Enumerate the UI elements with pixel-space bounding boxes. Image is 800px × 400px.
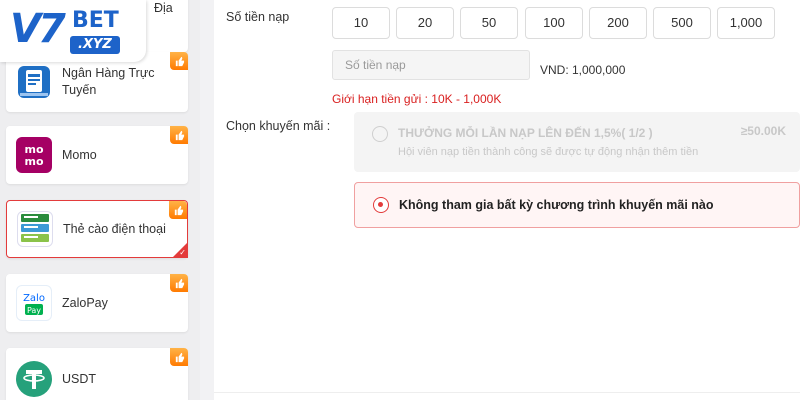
- amount-option-20[interactable]: 20: [396, 7, 454, 39]
- sidebar-item-momo[interactable]: mo mo Momo: [6, 126, 188, 184]
- amount-option-100[interactable]: 100: [525, 7, 583, 39]
- amount-option-500[interactable]: 500: [653, 7, 711, 39]
- promotion-title: THƯỞNG MỖI LẦN NẠP LÊN ĐẾN 1,5%( 1/2 ): [398, 126, 653, 140]
- promotion-option-deposit-bonus[interactable]: THƯỞNG MỖI LẦN NẠP LÊN ĐẾN 1,5%( 1/2 ) H…: [354, 112, 800, 172]
- zalopay-icon: Zalo Pay: [16, 285, 52, 321]
- sidebar-item-label: USDT: [62, 371, 97, 386]
- promotion-radio-selected[interactable]: [373, 197, 389, 213]
- selected-check-icon: ✓: [172, 242, 188, 258]
- sidebar-item-usdt[interactable]: USDT: [6, 348, 188, 400]
- momo-icon: mo mo: [16, 137, 52, 173]
- svg-text:Pay: Pay: [27, 306, 41, 315]
- svg-text:mo: mo: [24, 155, 43, 168]
- logo-bet-text: BET: [72, 8, 119, 33]
- promotion-none-label: Không tham gia bất kỳ chương trình khuyế…: [399, 198, 714, 212]
- brand-logo[interactable]: V7 BET .XYZ: [0, 0, 146, 62]
- logo-v7-text: V7: [10, 6, 66, 52]
- sidebar-item-label: Thẻ cào điện thoại: [63, 221, 166, 236]
- sidebar-item-label: Địa: [154, 1, 173, 15]
- svg-text:Zalo: Zalo: [23, 293, 45, 304]
- online-bank-icon: [16, 64, 52, 100]
- sidebar-item-zalopay[interactable]: Zalo Pay ZaloPay: [6, 274, 188, 332]
- deposit-panel: Số tiền nạp 10 20 50 100 200 500 1,000 V…: [214, 0, 800, 400]
- hot-badge-icon: [170, 348, 188, 366]
- amount-option-1000[interactable]: 1,000: [717, 7, 775, 39]
- amount-input[interactable]: [332, 50, 530, 80]
- deposit-limit-text: Giới hạn tiền gửi : 10K - 1,000K: [332, 92, 502, 106]
- sidebar-item-label: ZaloPay: [62, 295, 108, 310]
- hot-badge-icon: [169, 201, 187, 219]
- hot-badge-icon: [170, 52, 188, 70]
- divider: [214, 392, 800, 393]
- promotion-subtitle: Hội viên nạp tiền thành công sẽ được tự …: [398, 146, 699, 158]
- promotion-option-none[interactable]: Không tham gia bất kỳ chương trình khuyế…: [354, 182, 800, 228]
- sidebar-item-label: Ngân Hàng Trực Tuyến: [62, 66, 155, 97]
- hot-badge-icon: [170, 126, 188, 144]
- logo-xyz-text: .XYZ: [70, 36, 120, 54]
- amount-option-50[interactable]: 50: [460, 7, 518, 39]
- sidebar-item-phone-card[interactable]: Thẻ cào điện thoại ✓: [6, 200, 188, 258]
- amount-label: Số tiền nạp: [226, 10, 290, 24]
- promotion-label: Chọn khuyến mãi :: [226, 119, 331, 133]
- vnd-equivalent: VND: 1,000,000: [540, 63, 626, 77]
- promotion-radio[interactable]: [372, 126, 388, 142]
- phone-card-icon: [17, 211, 53, 247]
- sidebar-item-label: Momo: [62, 147, 97, 162]
- amount-option-10[interactable]: 10: [332, 7, 390, 39]
- usdt-icon: [16, 361, 52, 397]
- hot-badge-icon: [170, 274, 188, 292]
- amount-option-200[interactable]: 200: [589, 7, 647, 39]
- promotion-min-amount: ≥50.00K: [740, 124, 786, 138]
